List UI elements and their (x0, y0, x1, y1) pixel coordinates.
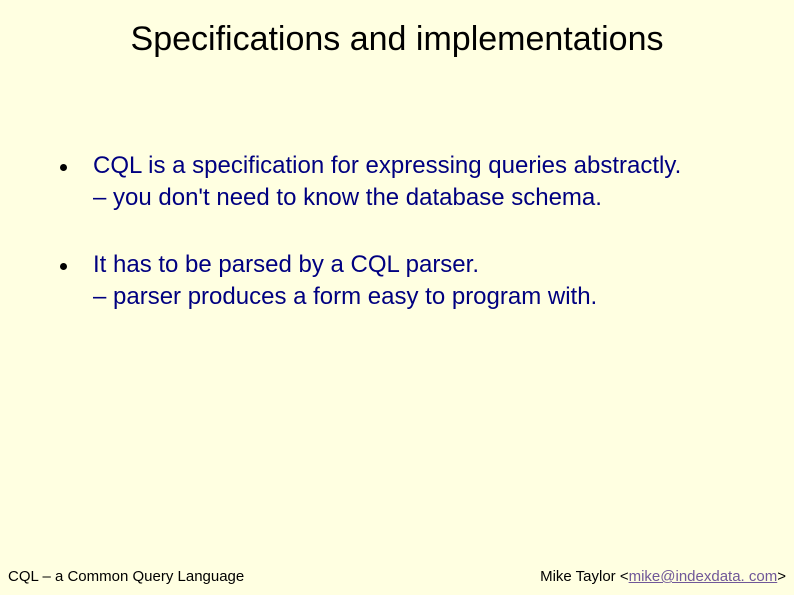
bullet-text: CQL is a specification for expressing qu… (93, 150, 764, 215)
footer-email-link[interactable]: mike@indexdata. com (629, 568, 778, 585)
bullet-icon (60, 164, 67, 171)
list-item: It has to be parsed by a CQL parser. – p… (60, 249, 764, 314)
angle-open: < (620, 568, 629, 585)
angle-close: > (777, 568, 786, 585)
footer-left: CQL – a Common Query Language (8, 568, 244, 585)
footer-right: Mike Taylor <mike@indexdata. com> (540, 568, 786, 585)
slide-footer: CQL – a Common Query Language Mike Taylo… (8, 568, 786, 585)
slide-body: CQL is a specification for expressing qu… (60, 150, 764, 348)
bullet-sub: – you don't need to know the database sc… (93, 182, 764, 214)
footer-author: Mike Taylor (540, 568, 620, 585)
list-item: CQL is a specification for expressing qu… (60, 150, 764, 215)
bullet-icon (60, 263, 67, 270)
bullet-sub: – parser produces a form easy to program… (93, 281, 764, 313)
bullet-text: It has to be parsed by a CQL parser. – p… (93, 249, 764, 314)
bullet-main: CQL is a specification for expressing qu… (93, 152, 681, 179)
bullet-main: It has to be parsed by a CQL parser. (93, 251, 479, 278)
slide-title: Specifications and implementations (0, 20, 794, 59)
